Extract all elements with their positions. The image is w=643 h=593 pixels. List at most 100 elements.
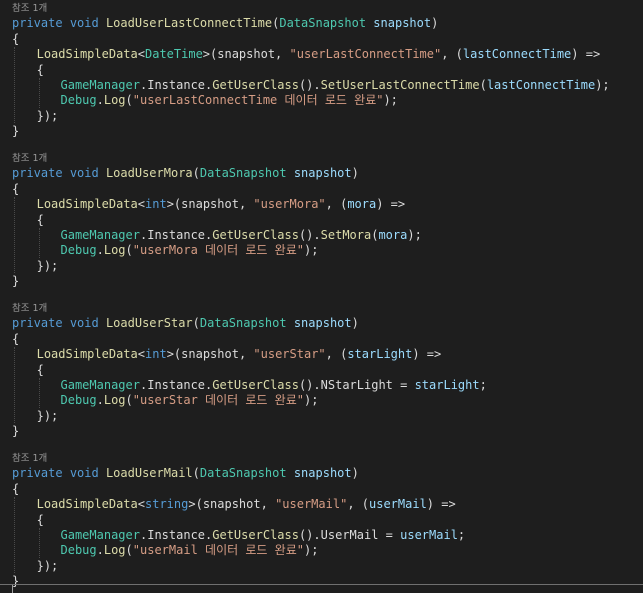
- method-close-brace: }: [12, 124, 19, 139]
- punctuation: <: [137, 197, 145, 211]
- parameter-type: DataSnapshot: [199, 316, 287, 330]
- return-type-keyword: void: [69, 316, 99, 330]
- assigned-property: UserMail: [320, 528, 379, 542]
- call-method-name: LoadSimpleData: [36, 197, 138, 211]
- punctuation: (: [192, 166, 200, 180]
- punctuation: {: [12, 182, 20, 196]
- codelens-reference-count[interactable]: 참조 1개: [12, 451, 47, 466]
- punctuation: ): [431, 16, 439, 30]
- punctuation: , (: [441, 47, 463, 61]
- key-string-literal: "userMora": [253, 197, 326, 211]
- return-type-keyword: void: [69, 16, 99, 30]
- codelens-reference-count[interactable]: 참조 1개: [12, 301, 47, 316]
- manager-statement: GameManager.Instance.GetUserClass().User…: [61, 528, 466, 543]
- punctuation: }: [12, 274, 20, 288]
- punctuation: >(: [166, 347, 182, 361]
- punctuation: [99, 466, 106, 480]
- indent-guide-outer: [14, 47, 15, 123]
- setter-method: SetUserLastConnectTime: [320, 78, 480, 92]
- lambda-open-brace: {: [37, 213, 44, 228]
- debug-log-statement: Debug.Log("userStar 데이터 로드 완료");: [61, 393, 319, 408]
- modifier-keyword: private: [12, 166, 63, 180]
- lambda-close: });: [37, 409, 59, 424]
- punctuation: );: [303, 543, 319, 557]
- punctuation: );: [407, 228, 422, 242]
- setter-method: SetMora: [320, 228, 372, 242]
- debug-log-statement: Debug.Log("userMora 데이터 로드 완료");: [61, 243, 319, 258]
- punctuation: [99, 16, 106, 30]
- punctuation: (: [192, 466, 200, 480]
- punctuation: .: [96, 93, 104, 107]
- get-user-class-method: GetUserClass: [212, 378, 299, 392]
- key-string-literal: "userStar": [253, 347, 326, 361]
- punctuation: ,: [275, 47, 290, 61]
- punctuation: ,: [260, 497, 276, 511]
- load-call-line: LoadSimpleData<string>(snapshot, "userMa…: [37, 497, 456, 512]
- lambda-parameter: mora: [347, 197, 377, 211]
- punctuation: (: [125, 393, 133, 407]
- codelens-reference-count[interactable]: 참조 1개: [12, 151, 47, 166]
- punctuation: <: [137, 497, 145, 511]
- punctuation: ) =>: [376, 197, 406, 211]
- modifier-keyword: private: [12, 16, 63, 30]
- punctuation: );: [595, 78, 610, 92]
- method-signature: private void LoadUserStar(DataSnapshot s…: [12, 316, 359, 331]
- punctuation: );: [303, 393, 319, 407]
- method-name: LoadUserStar: [105, 316, 193, 330]
- punctuation: });: [36, 559, 59, 573]
- punctuation: >(: [202, 47, 218, 61]
- punctuation: (: [479, 78, 487, 92]
- lambda-open-brace: {: [37, 513, 44, 528]
- punctuation: {: [12, 332, 20, 346]
- punctuation: {: [36, 513, 44, 527]
- lambda-parameter: lastConnectTime: [462, 47, 572, 61]
- manager-class: GameManager: [60, 378, 140, 392]
- method-signature: private void LoadUserMora(DataSnapshot s…: [12, 166, 359, 181]
- punctuation: [63, 316, 70, 330]
- manager-statement: GameManager.Instance.GetUserClass().SetU…: [61, 78, 610, 93]
- punctuation: ) =>: [426, 497, 456, 511]
- assigned-property: NStarLight: [320, 378, 393, 392]
- code-editor[interactable]: 참조 1개 private void LoadUserLastConnectTim…: [0, 0, 643, 593]
- punctuation: ): [351, 166, 359, 180]
- generic-type-argument: string: [145, 497, 189, 511]
- lambda-parameter: userMail: [369, 497, 427, 511]
- punctuation: .: [96, 393, 104, 407]
- punctuation: , (: [325, 347, 348, 361]
- lambda-open-brace: {: [37, 363, 44, 378]
- punctuation: ,: [238, 197, 254, 211]
- punctuation: (: [125, 543, 133, 557]
- punctuation: }: [12, 424, 20, 438]
- punctuation: {: [36, 213, 44, 227]
- codelens-reference-count[interactable]: 참조 1개: [12, 1, 47, 16]
- punctuation: ().: [298, 78, 321, 92]
- method-open-brace: {: [12, 332, 19, 347]
- punctuation: });: [36, 409, 59, 423]
- load-call-line: LoadSimpleData<int>(snapshot, "userMora"…: [37, 197, 406, 212]
- editor-bottom-divider: [0, 584, 643, 585]
- punctuation: , (: [325, 197, 348, 211]
- punctuation: [99, 166, 106, 180]
- punctuation: (: [125, 93, 133, 107]
- setter-argument: lastConnectTime: [486, 78, 596, 92]
- instance-property: Instance: [147, 78, 206, 92]
- parameter-name: snapshot: [373, 16, 432, 30]
- debug-class: Debug: [60, 393, 97, 407]
- debug-log-statement: Debug.Log("userMail 데이터 로드 완료");: [61, 543, 319, 558]
- key-string-literal: "userMail": [275, 497, 348, 511]
- punctuation: {: [36, 363, 44, 377]
- assigned-value: userMail: [400, 528, 458, 542]
- punctuation: ().: [298, 378, 321, 392]
- indent-guide-inner: [39, 528, 40, 558]
- parameter-name: snapshot: [293, 316, 352, 330]
- lambda-parameter: starLight: [347, 347, 413, 361]
- manager-class: GameManager: [60, 228, 140, 242]
- log-string-literal: "userLastConnectTime 데이터 로드 완료": [132, 93, 384, 107]
- instance-property: Instance: [147, 528, 206, 542]
- punctuation: [63, 16, 70, 30]
- debug-class: Debug: [60, 543, 97, 557]
- punctuation: (: [125, 243, 133, 257]
- call-argument: snapshot: [217, 47, 276, 61]
- call-method-name: LoadSimpleData: [36, 47, 138, 61]
- method-signature: private void LoadUserMail(DataSnapshot s…: [12, 466, 359, 481]
